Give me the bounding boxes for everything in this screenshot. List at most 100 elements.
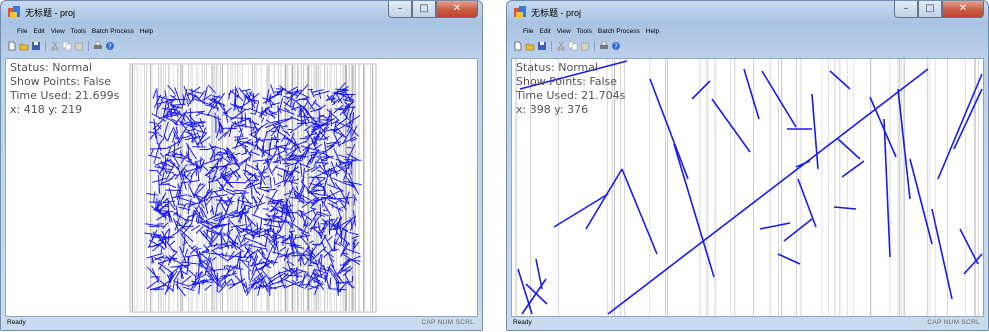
- maximize-icon: □: [419, 3, 429, 14]
- paste-icon[interactable]: [580, 41, 590, 51]
- segment: [198, 283, 201, 295]
- menu-batch-process[interactable]: Batch Process: [595, 26, 643, 38]
- segment: [783, 218, 813, 242]
- help-icon[interactable]: ?: [611, 41, 621, 51]
- minimize-button[interactable]: –: [388, 1, 412, 18]
- segment: [521, 278, 547, 315]
- segment: [691, 80, 711, 100]
- svg-text:?: ?: [614, 43, 618, 51]
- open-folder-icon[interactable]: [19, 41, 29, 51]
- close-button[interactable]: ✕: [942, 1, 984, 18]
- segment: [299, 104, 301, 116]
- app-icon: [514, 6, 526, 18]
- segment: [175, 153, 184, 156]
- toolbar-separator: [594, 41, 595, 51]
- segment: [963, 253, 983, 275]
- segment: [341, 88, 348, 90]
- segment: [248, 269, 250, 281]
- segment: [525, 283, 548, 305]
- cut-icon[interactable]: [50, 41, 60, 51]
- menu-bar: File Edit View Tools Batch Process Help: [5, 26, 478, 38]
- copy-icon[interactable]: [568, 41, 578, 51]
- print-icon[interactable]: [599, 41, 609, 51]
- title-bar[interactable]: 无标题 - proj – □ ✕: [1, 1, 482, 23]
- cut-icon[interactable]: [556, 41, 566, 51]
- copy-icon[interactable]: [62, 41, 72, 51]
- save-icon[interactable]: [537, 41, 547, 51]
- menu-edit[interactable]: Edit: [536, 26, 553, 38]
- segment: [200, 281, 214, 283]
- segment: [833, 206, 857, 210]
- segment: [330, 218, 336, 221]
- toolbar: ?: [7, 39, 478, 53]
- help-icon[interactable]: ?: [105, 41, 115, 51]
- menu-help[interactable]: Help: [137, 26, 156, 38]
- menu-batch-process[interactable]: Batch Process: [89, 26, 137, 38]
- segment: [150, 147, 169, 150]
- segment: [553, 193, 609, 228]
- segment: [241, 111, 243, 122]
- save-icon[interactable]: [31, 41, 41, 51]
- segment: [308, 176, 326, 179]
- segment: [208, 173, 211, 192]
- app-window-right[interactable]: 无标题 - proj – □ ✕ File Edit View Tools Ba…: [506, 0, 989, 331]
- segment: [225, 252, 227, 257]
- maximize-button[interactable]: □: [918, 1, 942, 18]
- menu-file[interactable]: File: [511, 26, 536, 38]
- title-bar[interactable]: 无标题 - proj – □ ✕: [507, 1, 988, 23]
- toolbar-separator: [88, 41, 89, 51]
- maximize-button[interactable]: □: [412, 1, 436, 18]
- segment: [711, 98, 751, 153]
- menu-bar: File Edit View Tools Batch Process Help: [511, 26, 984, 38]
- segment: [193, 120, 196, 125]
- segment: [759, 222, 791, 230]
- status-show-points: Show Points: False: [10, 75, 112, 88]
- new-file-icon[interactable]: [7, 41, 17, 51]
- segment: [909, 158, 933, 245]
- app-window-left[interactable]: 无标题 - proj – □ ✕ File Edit View Tools Ba…: [0, 0, 483, 331]
- menu-help[interactable]: Help: [643, 26, 662, 38]
- segment: [243, 244, 253, 246]
- drawing-canvas[interactable]: Status: Normal Show Points: False Time U…: [5, 58, 478, 317]
- new-file-icon[interactable]: [513, 41, 523, 51]
- segment: [293, 158, 298, 160]
- close-button[interactable]: ✕: [436, 1, 478, 18]
- segment: [335, 165, 343, 167]
- minimize-button[interactable]: –: [894, 1, 918, 18]
- menu-file[interactable]: File: [5, 26, 30, 38]
- segment: [314, 217, 316, 231]
- menu-tools[interactable]: Tools: [574, 26, 595, 38]
- drawing-canvas[interactable]: Status: Normal Show Points: False Time U…: [511, 58, 984, 317]
- status-coordinates: x: 398 y: 376: [516, 103, 589, 116]
- keyboard-indicators: CAP NUM SCRL: [421, 319, 474, 326]
- status-time-used: Time Used: 21.704s: [516, 89, 626, 102]
- segment: [186, 97, 188, 105]
- status-mode: Status: Normal: [516, 61, 599, 74]
- paste-icon[interactable]: [74, 41, 84, 51]
- menu-view[interactable]: View: [48, 26, 68, 38]
- maximize-icon: □: [925, 3, 935, 14]
- close-icon: ✕: [452, 3, 462, 14]
- open-folder-icon[interactable]: [525, 41, 535, 51]
- segment: [230, 117, 251, 119]
- segment: [170, 236, 175, 238]
- toolbar-separator: [551, 41, 552, 51]
- segment: [344, 159, 362, 161]
- segment: [275, 140, 278, 150]
- segment: [167, 202, 170, 218]
- segment: [535, 258, 543, 290]
- print-icon[interactable]: [93, 41, 103, 51]
- segment: [289, 189, 291, 195]
- menu-edit[interactable]: Edit: [30, 26, 47, 38]
- segment: [837, 138, 861, 160]
- status-bar: Ready CAP NUM SCRL: [507, 317, 988, 330]
- menu-tools[interactable]: Tools: [68, 26, 89, 38]
- segment: [761, 70, 797, 128]
- segment: [607, 68, 929, 315]
- segment: [347, 159, 349, 166]
- segment: [621, 168, 658, 255]
- segment: [251, 140, 254, 147]
- status-coordinates: x: 418 y: 219: [10, 103, 83, 116]
- toolbar: ?: [513, 39, 984, 53]
- menu-view[interactable]: View: [554, 26, 574, 38]
